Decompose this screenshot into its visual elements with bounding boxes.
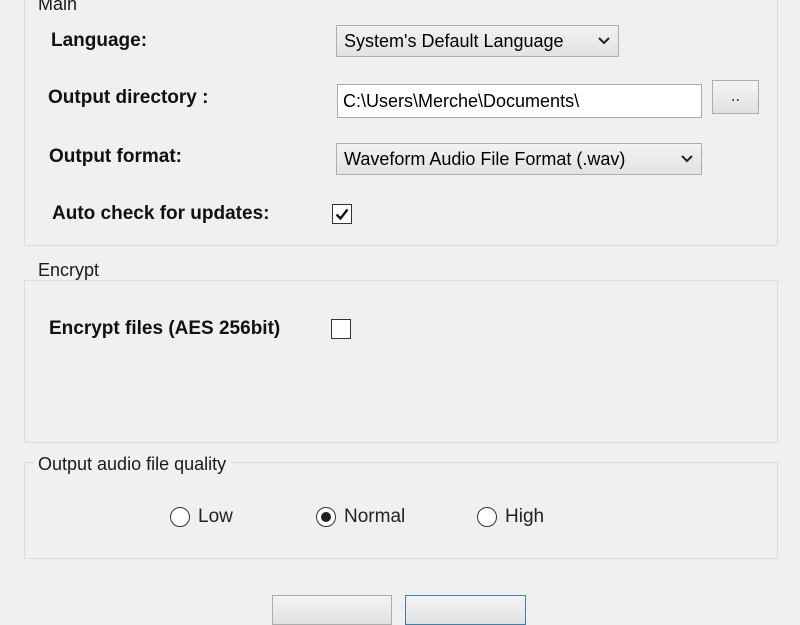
output-format-select[interactable]: Waveform Audio File Format (.wav) <box>336 143 702 175</box>
encrypt-group <box>24 280 778 443</box>
checkmark-icon <box>335 208 349 221</box>
radio-dot-icon <box>321 512 331 522</box>
output-format-label: Output format: <box>49 146 182 167</box>
main-group-title: Main <box>34 0 82 14</box>
radio-icon <box>477 507 497 527</box>
radio-icon <box>170 507 190 527</box>
quality-group-title: Output audio file quality <box>34 454 231 474</box>
quality-low-radio[interactable]: Low <box>170 506 233 528</box>
encrypt-files-checkbox[interactable] <box>331 319 351 339</box>
encrypt-files-label: Encrypt files (AES 256bit) <box>49 318 281 339</box>
output-directory-input[interactable]: C:\Users\Merche\Documents\ <box>337 84 702 118</box>
quality-high-label: High <box>505 506 545 527</box>
language-select-value: System's Default Language <box>344 31 564 51</box>
quality-normal-label: Normal <box>344 506 406 527</box>
radio-icon <box>316 507 336 527</box>
auto-update-label: Auto check for updates: <box>52 203 270 224</box>
chevron-down-icon <box>681 144 693 174</box>
quality-low-label: Low <box>198 506 233 527</box>
encrypt-group-title: Encrypt <box>34 260 104 280</box>
language-select[interactable]: System's Default Language <box>336 25 619 57</box>
auto-update-checkbox[interactable] <box>332 204 352 224</box>
chevron-down-icon <box>598 26 610 56</box>
quality-high-radio[interactable]: High <box>477 506 544 528</box>
browse-button[interactable]: .. <box>712 80 759 114</box>
output-format-select-value: Waveform Audio File Format (.wav) <box>344 149 626 169</box>
quality-normal-radio[interactable]: Normal <box>316 506 405 528</box>
language-label: Language: <box>51 30 148 51</box>
output-directory-label: Output directory : <box>48 87 209 108</box>
